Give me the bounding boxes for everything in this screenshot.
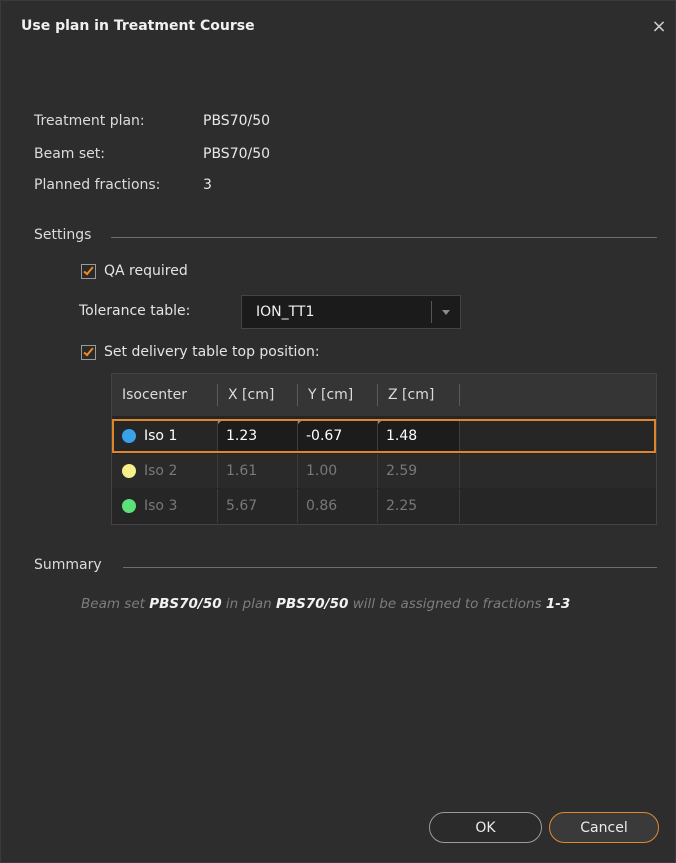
summary-beam-set: PBS70/50: [149, 596, 222, 612]
summary-text: Beam set PBS70/50 in plan PBS70/50 will …: [81, 596, 570, 612]
table-row-iso-1[interactable]: Iso 1 1.23 -0.67 1.48: [112, 419, 656, 453]
qa-required-label: QA required: [104, 263, 188, 279]
column-header-z[interactable]: Z [cm]: [378, 374, 460, 416]
tolerance-table-value: ION_TT1: [256, 304, 315, 320]
tolerance-table-select[interactable]: ION_TT1: [241, 295, 461, 329]
y-value: 1.00: [306, 463, 338, 479]
z-value: 2.59: [386, 463, 418, 479]
summary-part-3: will be assigned to fractions: [348, 596, 546, 612]
isocenter-name: Iso 3: [144, 498, 178, 514]
tolerance-table-label: Tolerance table:: [79, 303, 191, 319]
isocenter-cell: Iso 2: [112, 454, 218, 488]
isocenter-name: Iso 2: [144, 463, 178, 479]
treatment-plan-value: PBS70/50: [203, 113, 271, 129]
summary-header: Summary: [34, 557, 102, 573]
checkmark-icon: [83, 345, 94, 356]
y-cell[interactable]: -0.67: [298, 419, 378, 453]
summary-fractions: 1-3: [545, 596, 571, 612]
planned-fractions-label: Planned fractions:: [34, 177, 161, 193]
isocenter-cell: Iso 3: [112, 489, 218, 523]
close-icon[interactable]: ×: [649, 17, 669, 37]
z-cell[interactable]: 2.59: [378, 454, 460, 488]
column-header-isocenter[interactable]: Isocenter: [112, 374, 218, 416]
y-value: -0.67: [306, 428, 343, 444]
qa-required-checkbox[interactable]: QA required: [81, 263, 188, 279]
table-row-iso-3[interactable]: Iso 3 5.67 0.86 2.25: [112, 489, 656, 523]
edit-corner-icon: [218, 419, 223, 424]
set-delivery-label: Set delivery table top position:: [104, 344, 320, 360]
x-cell[interactable]: 5.67: [218, 489, 298, 523]
y-cell[interactable]: 0.86: [298, 489, 378, 523]
settings-divider: [111, 237, 657, 238]
summary-part-1: Beam set: [81, 596, 150, 612]
yellow-dot-icon: [122, 464, 136, 478]
cancel-button[interactable]: Cancel: [549, 812, 659, 843]
column-header-x[interactable]: X [cm]: [218, 374, 298, 416]
isocenter-cell: Iso 1: [112, 419, 218, 453]
edit-corner-icon: [298, 419, 303, 424]
set-delivery-check-box[interactable]: [81, 344, 96, 360]
set-delivery-checkbox[interactable]: Set delivery table top position:: [81, 344, 320, 360]
y-value: 0.86: [306, 498, 338, 514]
planned-fractions-value: 3: [203, 177, 212, 193]
treatment-plan-label: Treatment plan:: [34, 113, 145, 129]
x-value: 5.67: [226, 498, 258, 514]
blue-dot-icon: [122, 429, 136, 443]
settings-header: Settings: [34, 227, 92, 243]
x-cell[interactable]: 1.23: [218, 419, 298, 453]
green-dot-icon: [122, 499, 136, 513]
summary-part-2: in plan: [221, 596, 276, 612]
beam-set-label: Beam set:: [34, 146, 105, 162]
dialog-title: Use plan in Treatment Course: [21, 18, 255, 34]
isocenter-name: Iso 1: [144, 428, 178, 444]
use-plan-dialog: Use plan in Treatment Course × Treatment…: [0, 0, 676, 863]
qa-required-check-box[interactable]: [81, 263, 96, 279]
summary-plan: PBS70/50: [275, 596, 349, 612]
table-row-iso-2[interactable]: Iso 2 1.61 1.00 2.59: [112, 454, 656, 488]
table-header: Isocenter X [cm] Y [cm] Z [cm]: [112, 374, 656, 416]
column-header-y[interactable]: Y [cm]: [298, 374, 378, 416]
x-value: 1.23: [226, 428, 258, 444]
x-cell[interactable]: 1.61: [218, 454, 298, 488]
z-cell[interactable]: 2.25: [378, 489, 460, 523]
isocenter-table: Isocenter X [cm] Y [cm] Z [cm] Iso 1 1.2…: [111, 373, 657, 525]
ok-button[interactable]: OK: [429, 812, 542, 843]
z-value: 1.48: [386, 428, 418, 444]
beam-set-value: PBS70/50: [203, 146, 271, 162]
z-cell[interactable]: 1.48: [378, 419, 460, 453]
checkmark-icon: [83, 264, 94, 275]
y-cell[interactable]: 1.00: [298, 454, 378, 488]
edit-corner-icon: [378, 419, 383, 424]
z-value: 2.25: [386, 498, 418, 514]
x-value: 1.61: [226, 463, 258, 479]
summary-divider: [123, 567, 657, 568]
chevron-down-icon[interactable]: [432, 309, 460, 315]
